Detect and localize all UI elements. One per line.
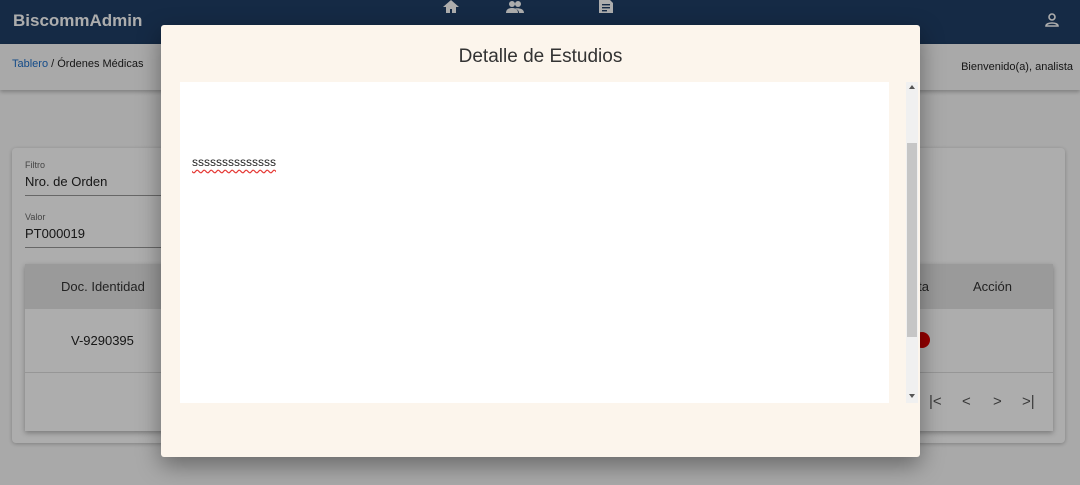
dialog-title: Detalle de Estudios — [458, 46, 623, 67]
dialog-scrollbar[interactable] — [906, 82, 918, 403]
dialog-content[interactable]: ssssssssssssss — [180, 82, 889, 403]
scroll-down-arrow-icon[interactable] — [909, 394, 915, 398]
study-details-dialog: Detalle de Estudios ssssssssssssss — [161, 25, 920, 457]
scroll-up-arrow-icon[interactable] — [909, 85, 915, 89]
scrollbar-thumb[interactable] — [907, 143, 917, 337]
study-detail-text: ssssssssssssss — [192, 155, 276, 169]
